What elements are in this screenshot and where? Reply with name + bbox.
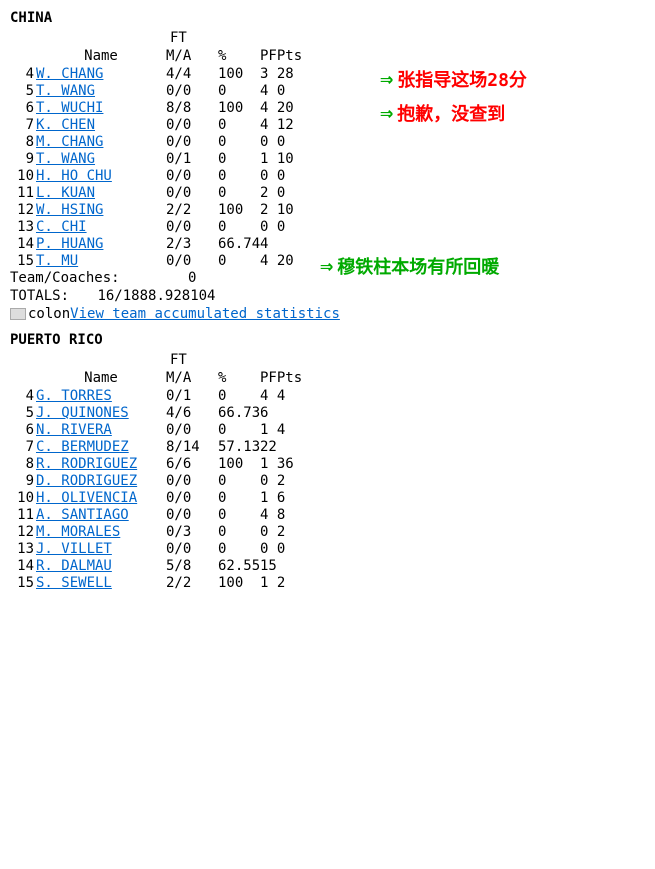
pr-header-name: Name (36, 370, 166, 386)
china-row-2: 6 T. WUCHI 8/8 100 4 20 ⇒ 抱歉，没查到 (10, 100, 645, 116)
player-name-link[interactable]: N. RIVERA (36, 422, 166, 438)
china-row-0: 4 W. CHANG 4/4 100 3 28 ⇒ 张指导这场28分 (10, 66, 645, 82)
player-name-link[interactable]: L. KUAN (36, 185, 166, 201)
pr-ft-label: FT (170, 352, 645, 368)
player-name-link[interactable]: W. CHANG (36, 66, 166, 82)
china-player-row: 4 W. CHANG 4/4 100 3 28 (10, 66, 645, 82)
china-totals: TOTALS: 16/1888.928104 (10, 288, 645, 304)
player-name-link[interactable]: C. CHI (36, 219, 166, 235)
china-player-row: 5 T. WANG 0/0 0 4 0 (10, 83, 645, 99)
china-title: CHINA (10, 10, 645, 26)
player-name-link[interactable]: R. RODRIGUEZ (36, 456, 166, 472)
pr-player-row: 12 M. MORALES 0/3 0 0 2 (10, 524, 645, 540)
china-ft-label: FT (170, 30, 645, 46)
pr-player-row: 5 J. QUINONES 4/6 66.73 6 (10, 405, 645, 421)
china-player-row: 9 T. WANG 0/1 0 1 10 (10, 151, 645, 167)
china-col-headers: Name M/A % PFPts (10, 48, 645, 64)
pr-player-row: 11 A. SANTIAGO 0/0 0 4 8 (10, 507, 645, 523)
player-name-link[interactable]: P. HUANG (36, 236, 166, 252)
china-player-row: 13 C. CHI 0/0 0 0 0 (10, 219, 645, 235)
pr-player-row: 4 G. TORRES 0/1 0 4 4 (10, 388, 645, 404)
pr-player-row: 6 N. RIVERA 0/0 0 1 4 (10, 422, 645, 438)
player-name-link[interactable]: C. BERMUDEZ (36, 439, 166, 455)
player-name-link[interactable]: J. VILLET (36, 541, 166, 557)
view-link-row: colonView team accumulated statistics (10, 306, 645, 322)
player-name-link[interactable]: K. CHEN (36, 117, 166, 133)
pr-header-ma: M/A (166, 370, 218, 386)
player-name-link[interactable]: R. DALMAU (36, 558, 166, 574)
player-name-link[interactable]: M. CHANG (36, 134, 166, 150)
pr-col-headers: Name M/A % PFPts (10, 370, 645, 386)
china-player-row: 14 P. HUANG 2/3 66.74 4 (10, 236, 645, 252)
colon-image (10, 308, 26, 320)
player-name-link[interactable]: M. MORALES (36, 524, 166, 540)
player-name-link[interactable]: G. TORRES (36, 388, 166, 404)
player-name-link[interactable]: T. WANG (36, 83, 166, 99)
pr-player-row: 14 R. DALMAU 5/8 62.55 15 (10, 558, 645, 574)
china-player-row: 10 H. HO CHU 0/0 0 0 0 (10, 168, 645, 184)
player-name-link[interactable]: H. OLIVENCIA (36, 490, 166, 506)
pr-player-row: 7 C. BERMUDEZ 8/14 57.13 22 (10, 439, 645, 455)
china-player-row: 11 L. KUAN 0/0 0 2 0 (10, 185, 645, 201)
player-name-link[interactable]: A. SANTIAGO (36, 507, 166, 523)
pr-header-pfpts: PFPts (260, 370, 320, 386)
player-name-link[interactable]: T. WANG (36, 151, 166, 167)
puerto-rico-section: PUERTO RICO FT Name M/A % PFPts 4 G. TOR… (10, 332, 645, 591)
player-name-link[interactable]: D. RODRIGUEZ (36, 473, 166, 489)
china-player-row: 12 W. HSING 2/2 100 2 10 (10, 202, 645, 218)
china-header-pfpts: PFPts (260, 48, 320, 64)
view-stats-link[interactable]: View team accumulated statistics (70, 306, 340, 322)
annotation-mu: ⇒ 穆铁柱本场有所回暖 (320, 253, 499, 279)
china-header-name: Name (36, 48, 166, 64)
pr-header-pct: % (218, 370, 260, 386)
pr-player-row: 9 D. RODRIGUEZ 0/0 0 0 2 (10, 473, 645, 489)
china-player-row: 8 M. CHANG 0/0 0 0 0 (10, 134, 645, 150)
player-name-link[interactable]: H. HO CHU (36, 168, 166, 184)
player-name-link[interactable]: J. QUINONES (36, 405, 166, 421)
pr-player-row: 10 H. OLIVENCIA 0/0 0 1 6 (10, 490, 645, 506)
pr-player-row: 13 J. VILLET 0/0 0 0 0 (10, 541, 645, 557)
china-header-ma: M/A (166, 48, 218, 64)
china-header-pct: % (218, 48, 260, 64)
puerto-rico-title: PUERTO RICO (10, 332, 645, 348)
player-name-link[interactable]: T. MU (36, 253, 166, 269)
china-player-row: 7 K. CHEN 0/0 0 4 12 (10, 117, 645, 133)
china-section: CHINA FT Name M/A % PFPts 4 W. CHANG 4/4… (10, 10, 645, 322)
player-name-link[interactable]: W. HSING (36, 202, 166, 218)
china-player-row: 6 T. WUCHI 8/8 100 4 20 (10, 100, 645, 116)
china-row-11: 15 T. MU 0/0 0 4 20 ⇒ 穆铁柱本场有所回暖 (10, 253, 645, 269)
pr-player-row: 15 S. SEWELL 2/2 100 1 2 (10, 575, 645, 591)
player-name-link[interactable]: T. WUCHI (36, 100, 166, 116)
arrow-icon-3: ⇒ (320, 254, 333, 279)
pr-player-row: 8 R. RODRIGUEZ 6/6 100 1 36 (10, 456, 645, 472)
player-name-link[interactable]: S. SEWELL (36, 575, 166, 591)
